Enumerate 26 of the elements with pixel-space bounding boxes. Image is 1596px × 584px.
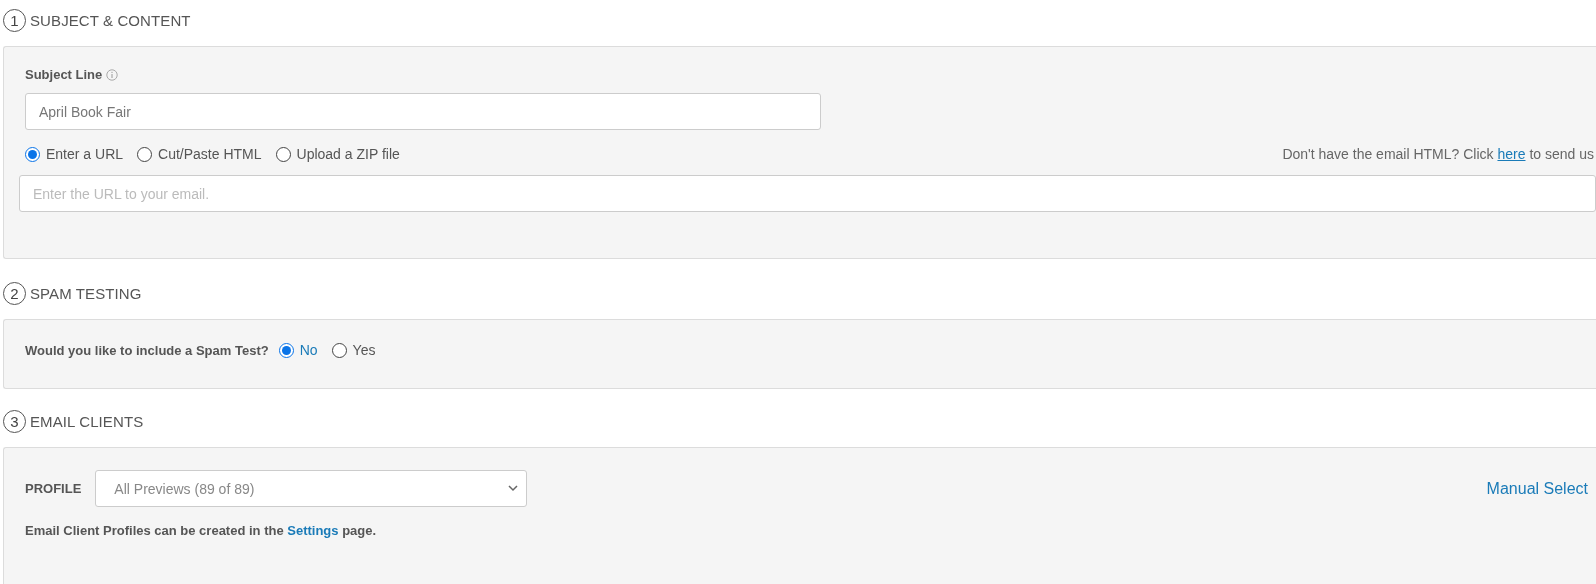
radio-option[interactable]: Enter a URL <box>25 146 124 162</box>
spam-question: Would you like to include a Spam Test? <box>25 342 269 358</box>
radio-option[interactable]: Cut/Paste HTML <box>137 146 262 162</box>
radio-button[interactable] <box>25 146 40 162</box>
radio-option[interactable]: Yes <box>331 342 376 358</box>
chevron-down-icon <box>508 485 519 492</box>
settings-link[interactable]: Settings <box>287 523 339 538</box>
profile-select[interactable]: All Previews (89 of 89) <box>95 470 528 507</box>
radio-button[interactable] <box>331 342 347 358</box>
subject-field[interactable]: April Book Fair <box>25 93 821 130</box>
help-text: Don't have the email HTML? Click here to send us <box>1282 146 1594 162</box>
profile-note: Email Client Profiles can be created in the Settings page. <box>25 523 377 538</box>
url-field[interactable]: Enter the URL to your email. <box>19 175 1596 212</box>
manual-select-link[interactable]: Manual Select <box>1486 479 1588 498</box>
radio-button[interactable] <box>275 146 291 162</box>
radio-button[interactable] <box>278 342 294 358</box>
info-icon <box>106 68 119 81</box>
radio-option[interactable]: No <box>278 342 318 358</box>
section-title: SPAM TESTING <box>30 284 142 302</box>
radio-option[interactable]: Upload a ZIP file <box>275 146 400 162</box>
subject-label: Subject Line <box>25 67 103 82</box>
section-title: EMAIL CLIENTS <box>30 412 144 430</box>
section-title: SUBJECT & CONTENT <box>30 11 191 29</box>
here-link[interactable]: here <box>1497 146 1526 162</box>
profile-label: PROFILE <box>25 481 82 496</box>
radio-button[interactable] <box>137 146 153 162</box>
